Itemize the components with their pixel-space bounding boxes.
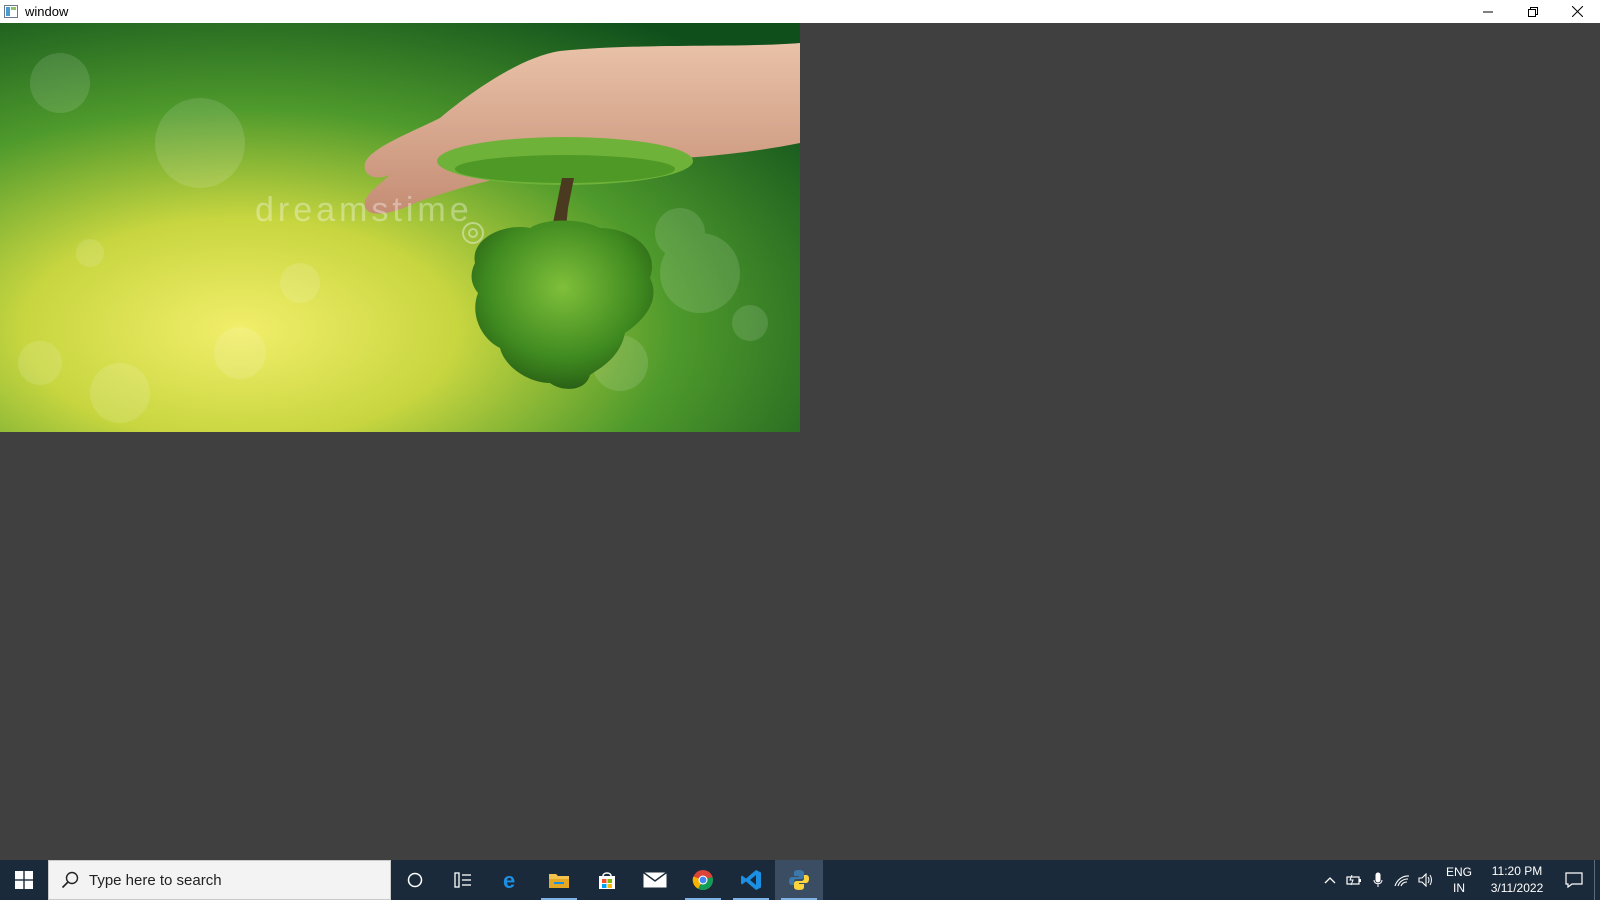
input-language-button[interactable]: ENG IN	[1438, 864, 1480, 896]
window-client-area: dreamstime	[0, 23, 1600, 860]
network-button[interactable]	[1390, 860, 1414, 900]
search-placeholder: Type here to search	[89, 871, 222, 889]
language-code: ENG	[1445, 865, 1472, 879]
task-view-icon	[454, 872, 471, 888]
mail-icon	[643, 872, 667, 888]
minimize-icon	[1482, 11, 1493, 12]
search-box[interactable]: Type here to search	[48, 860, 391, 900]
notification-icon	[1565, 872, 1583, 888]
show-hidden-icons-button[interactable]	[1318, 860, 1342, 900]
title-bar: window	[0, 0, 1600, 23]
store-button[interactable]	[583, 860, 631, 900]
app-icon	[3, 4, 19, 20]
hand-holding-tree-photo: dreamstime	[0, 23, 800, 432]
file-explorer-icon	[549, 874, 569, 888]
restore-icon	[1527, 6, 1538, 17]
watermark-text: dreamstime	[255, 191, 473, 229]
system-tray: ENG IN 11:20 PM 3/11/2022	[1318, 860, 1600, 900]
clock-date: 3/11/2022	[1490, 881, 1544, 895]
close-button[interactable]	[1555, 0, 1600, 23]
windows-logo-icon	[15, 871, 33, 889]
chrome-button[interactable]	[679, 860, 727, 900]
edge-button[interactable]: e	[487, 860, 535, 900]
wifi-icon	[1394, 875, 1410, 887]
restore-button[interactable]	[1510, 0, 1555, 23]
vscode-button[interactable]	[727, 860, 775, 900]
chrome-icon	[692, 870, 713, 891]
speaker-icon	[1418, 873, 1432, 887]
python-icon	[789, 870, 809, 890]
window-title: window	[25, 4, 69, 19]
battery-icon	[1346, 874, 1361, 886]
close-icon	[1572, 6, 1583, 17]
clock-button[interactable]: 11:20 PM 3/11/2022	[1480, 863, 1554, 897]
show-desktop-button[interactable]	[1594, 860, 1600, 900]
cortana-icon	[407, 872, 423, 888]
action-center-button[interactable]	[1554, 860, 1594, 900]
vscode-icon	[741, 870, 761, 890]
microphone-icon	[1373, 872, 1383, 887]
edge-icon: e	[503, 869, 515, 891]
python-button[interactable]	[775, 860, 823, 900]
svg-text:e: e	[503, 869, 515, 891]
cortana-button[interactable]	[391, 860, 439, 900]
window-controls	[1465, 0, 1600, 23]
store-icon	[599, 872, 615, 889]
clock-time: 11:20 PM	[1491, 864, 1543, 878]
start-button[interactable]	[0, 860, 48, 900]
search-icon	[61, 871, 79, 889]
keyboard-region: IN	[1453, 881, 1465, 895]
volume-button[interactable]	[1414, 860, 1438, 900]
task-view-button[interactable]	[439, 860, 487, 900]
chevron-up-icon	[1324, 877, 1336, 884]
taskbar: Type here to search e ENG IN 11:20 PM 3/…	[0, 860, 1600, 900]
minimize-button[interactable]	[1465, 0, 1510, 23]
battery-button[interactable]	[1342, 860, 1366, 900]
mail-button[interactable]	[631, 860, 679, 900]
file-explorer-button[interactable]	[535, 860, 583, 900]
microphone-button[interactable]	[1366, 860, 1390, 900]
